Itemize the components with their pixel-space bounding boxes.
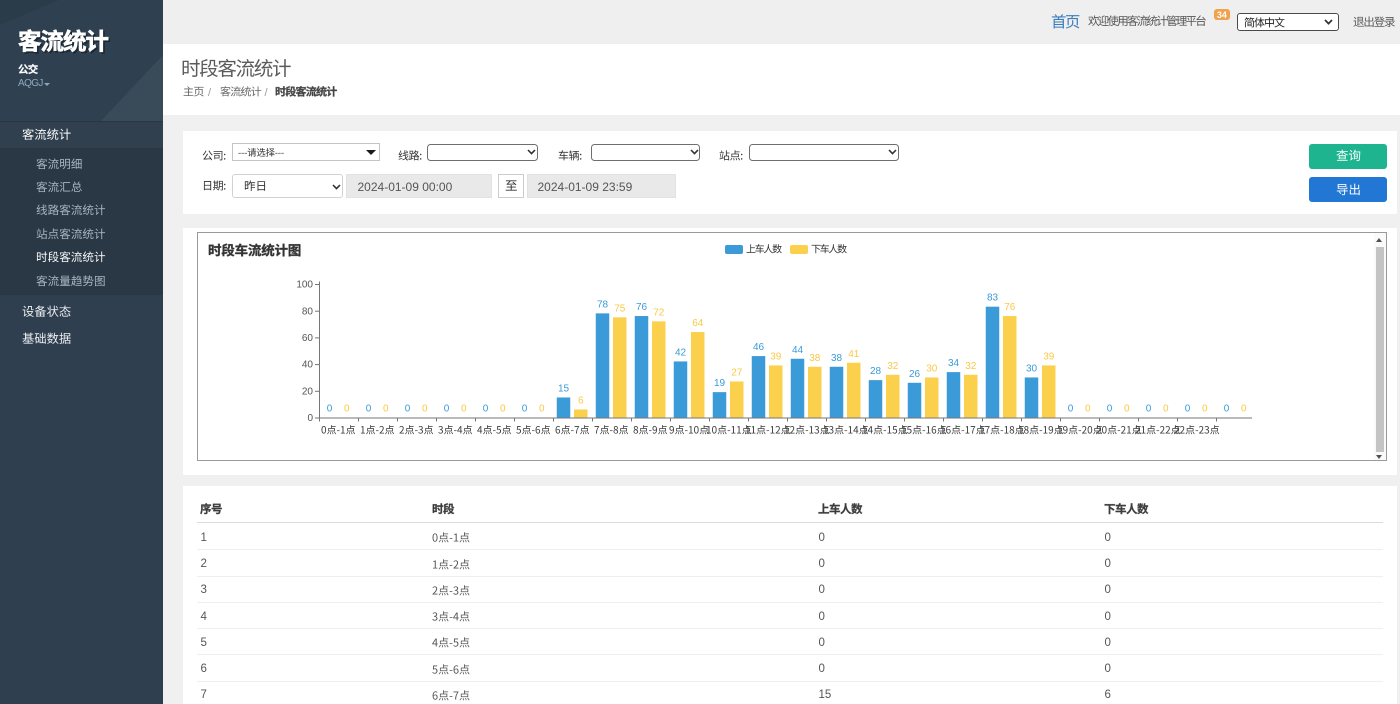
svg-text:40: 40: [302, 360, 314, 371]
svg-text:0: 0: [1124, 404, 1130, 415]
svg-text:39: 39: [770, 351, 782, 362]
svg-text:78: 78: [597, 299, 609, 310]
svg-text:6: 6: [578, 395, 584, 406]
svg-text:60: 60: [302, 333, 314, 344]
svg-text:80: 80: [302, 306, 314, 317]
svg-text:0: 0: [307, 413, 313, 424]
svg-text:64: 64: [692, 318, 704, 329]
svg-text:0: 0: [366, 404, 372, 415]
svg-text:83: 83: [987, 293, 999, 304]
svg-text:0: 0: [422, 404, 428, 415]
svg-text:0: 0: [1085, 404, 1091, 415]
svg-text:76: 76: [636, 302, 648, 313]
svg-text:0: 0: [1107, 404, 1113, 415]
svg-text:0: 0: [344, 404, 350, 415]
svg-text:0: 0: [500, 404, 506, 415]
svg-text:0: 0: [483, 404, 489, 415]
svg-text:0: 0: [522, 404, 528, 415]
svg-text:19: 19: [714, 378, 726, 389]
svg-text:38: 38: [831, 353, 843, 364]
svg-text:0: 0: [405, 404, 411, 415]
svg-text:0: 0: [461, 404, 467, 415]
svg-text:42: 42: [675, 347, 687, 358]
svg-text:20: 20: [302, 386, 314, 397]
svg-text:27: 27: [731, 367, 743, 378]
svg-text:0: 0: [327, 404, 333, 415]
svg-text:0: 0: [1146, 404, 1152, 415]
svg-text:15: 15: [558, 383, 570, 394]
svg-text:28: 28: [870, 366, 882, 377]
svg-text:0: 0: [1241, 404, 1247, 415]
svg-text:30: 30: [926, 363, 938, 374]
svg-text:41: 41: [848, 349, 860, 360]
svg-text:0: 0: [383, 404, 389, 415]
svg-text:0: 0: [444, 404, 450, 415]
svg-text:32: 32: [887, 361, 899, 372]
svg-text:0: 0: [1224, 404, 1230, 415]
svg-text:26: 26: [909, 369, 921, 380]
svg-text:100: 100: [296, 280, 313, 291]
svg-text:39: 39: [1043, 351, 1055, 362]
svg-text:38: 38: [809, 353, 821, 364]
svg-text:44: 44: [792, 345, 804, 356]
svg-text:0: 0: [1163, 404, 1169, 415]
svg-text:76: 76: [1004, 302, 1016, 313]
svg-text:30: 30: [1026, 363, 1038, 374]
svg-text:0: 0: [1185, 404, 1191, 415]
svg-text:0: 0: [539, 404, 545, 415]
svg-text:72: 72: [653, 307, 665, 318]
svg-text:32: 32: [965, 361, 977, 372]
svg-text:46: 46: [753, 342, 765, 353]
svg-text:0: 0: [1202, 404, 1208, 415]
svg-text:75: 75: [614, 303, 626, 314]
svg-text:34: 34: [948, 358, 960, 369]
svg-text:0: 0: [1068, 404, 1074, 415]
